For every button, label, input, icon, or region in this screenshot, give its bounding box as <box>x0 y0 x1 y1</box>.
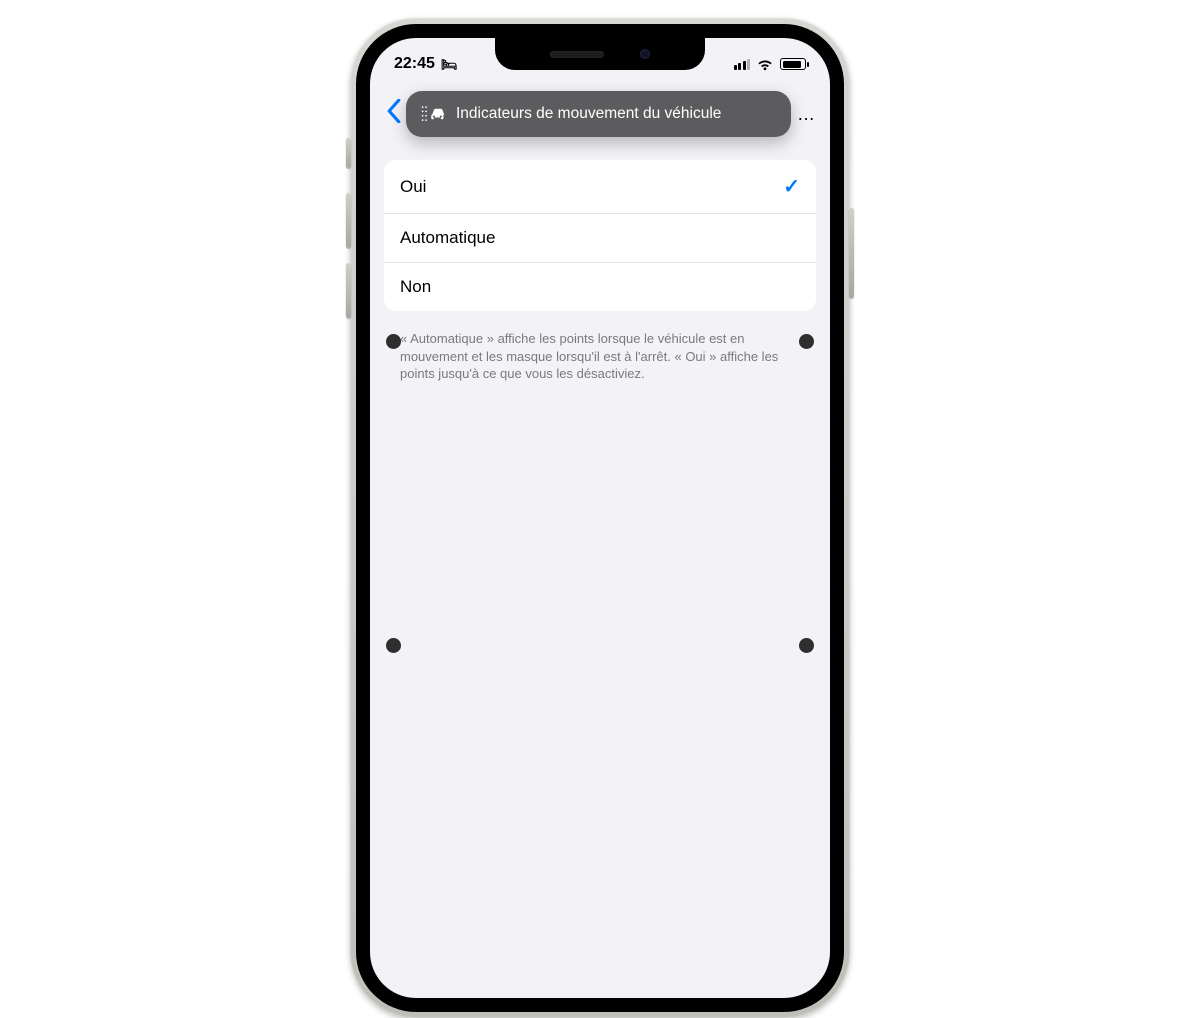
volume-up-button <box>346 193 351 248</box>
option-label: Oui <box>400 177 426 197</box>
mute-switch <box>346 138 351 168</box>
option-oui[interactable]: Oui ✓ <box>384 160 816 213</box>
status-left: 22:45 🛏 <box>394 55 457 73</box>
status-right <box>734 58 807 71</box>
page-title: Indicateurs de mouvement du véhicule <box>456 105 721 123</box>
footer-description: « Automatique » affiche les points lorsq… <box>400 330 800 383</box>
checkmark-icon: ✓ <box>783 174 800 199</box>
earpiece-speaker <box>550 51 604 58</box>
title-overflow-indicator: … <box>791 104 822 125</box>
motion-cue-dot <box>386 334 401 349</box>
option-non[interactable]: Non <box>384 262 816 311</box>
battery-icon <box>780 58 806 70</box>
motion-cue-dot <box>799 334 814 349</box>
volume-down-button <box>346 263 351 318</box>
motion-cue-dot <box>799 638 814 653</box>
option-automatique[interactable]: Automatique <box>384 213 816 262</box>
front-camera <box>640 49 650 59</box>
phone-frame: 22:45 🛏 <box>350 18 850 1018</box>
notch <box>495 38 705 70</box>
wifi-icon <box>756 58 774 71</box>
option-label: Non <box>400 277 431 297</box>
title-toast: Indicateurs de mouvement du véhicule <box>406 91 791 137</box>
options-list: Oui ✓ Automatique Non <box>384 160 816 311</box>
nav-header: Indicateurs de mouvement du véhicule … <box>370 88 830 140</box>
phone-bezel: 22:45 🛏 <box>356 24 844 1012</box>
status-time: 22:45 <box>394 55 435 73</box>
option-label: Automatique <box>400 228 495 248</box>
sleep-focus-icon: 🛏 <box>441 58 458 71</box>
back-button[interactable] <box>378 99 406 129</box>
power-button <box>849 208 854 298</box>
screen: 22:45 🛏 <box>370 38 830 998</box>
canvas: 22:45 🛏 <box>0 0 1200 675</box>
vehicle-motion-icon <box>420 104 446 124</box>
cellular-signal-icon <box>734 59 751 70</box>
motion-cue-dot <box>386 638 401 653</box>
